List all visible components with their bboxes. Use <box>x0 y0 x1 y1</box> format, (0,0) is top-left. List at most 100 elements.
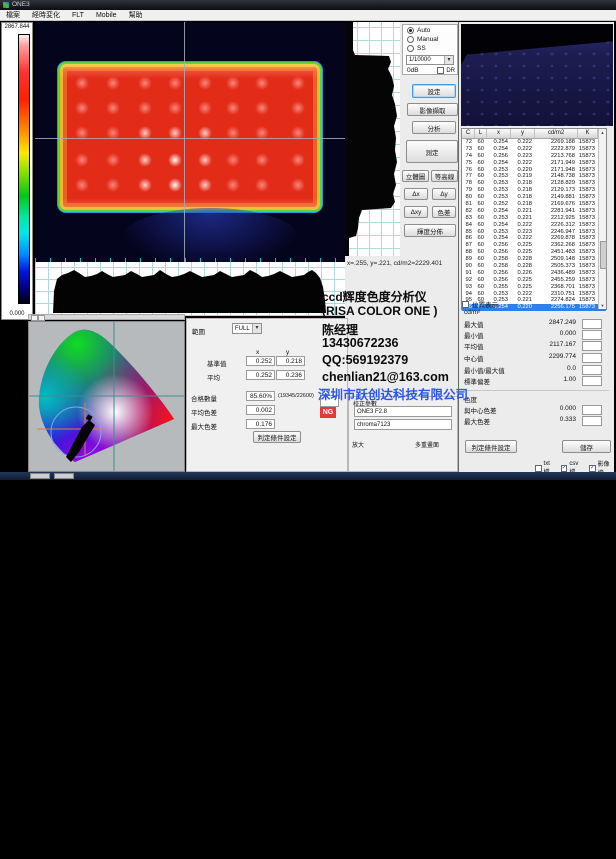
table-row[interactable]: 84600.2540.2222226.31215873 <box>462 222 606 229</box>
radio-ss-icon[interactable] <box>407 45 414 52</box>
table-row[interactable]: 73600.2540.2222222.87915873 <box>462 146 606 153</box>
table-cell: 0.256 <box>487 277 511 284</box>
calibration-field-2[interactable]: chroma7123 <box>354 419 452 430</box>
delta-x-button[interactable]: Δx <box>404 188 428 200</box>
stat-row: 平均值 2117.167 <box>464 341 610 351</box>
delta-y-button[interactable]: Δy <box>432 188 456 200</box>
table-row[interactable]: 94600.2530.2222310.75115873 <box>462 291 606 298</box>
table-cell: 72 <box>462 139 475 146</box>
table-cell: 87 <box>462 242 475 249</box>
scroll-up-icon[interactable]: ▲ <box>599 130 606 135</box>
txt-checkbox[interactable] <box>535 465 542 472</box>
menu-help[interactable]: 幫助 <box>123 10 149 21</box>
max-colordiff-value: 0.176 <box>246 419 275 429</box>
judge-condition-button-right[interactable]: 判定條件設定 <box>465 440 517 453</box>
scroll-down-icon[interactable]: ▼ <box>599 303 606 308</box>
table-row[interactable]: 91600.2560.2262436.48915873 <box>462 270 606 277</box>
position-display-row[interactable]: 位置表示 <box>462 299 498 309</box>
table-row[interactable]: 74600.2560.2232213.76815873 <box>462 153 606 160</box>
csv-checkbox[interactable] <box>561 465 568 472</box>
heatmap-dot <box>290 178 306 192</box>
scroll-thumb[interactable] <box>600 241 607 269</box>
table-row[interactable]: 83600.2530.2212212.92515873 <box>462 215 606 222</box>
table-cell: 60 <box>475 242 487 249</box>
radio-auto-icon[interactable] <box>407 27 414 34</box>
table-cell: 60 <box>475 153 487 160</box>
delta-xy-button[interactable]: Δxy <box>404 206 428 218</box>
table-row[interactable]: 77600.2530.2192148.73815873 <box>462 173 606 180</box>
menu-time-variation[interactable]: 経時変化 <box>26 10 66 21</box>
radio-manual-icon[interactable] <box>407 36 414 43</box>
save-button[interactable]: 儲存 <box>562 440 611 453</box>
position-display-checkbox[interactable] <box>462 301 469 308</box>
avg-colordiff-label: 平均色差 <box>191 407 217 417</box>
table-row[interactable]: 76600.2530.2202171.94815873 <box>462 167 606 174</box>
dr-checkbox[interactable] <box>437 67 444 74</box>
table-cell: 2269.878 <box>535 235 578 242</box>
bottom-button[interactable] <box>54 473 74 479</box>
bottom-button[interactable] <box>30 473 50 479</box>
table-row[interactable]: 89600.2580.2282509.14815873 <box>462 256 606 263</box>
table-row[interactable]: 82600.2540.2212281.94115873 <box>462 208 606 215</box>
table-row[interactable]: 86600.2540.2222269.87815873 <box>462 235 606 242</box>
table-cell: 15873 <box>578 173 598 180</box>
radio-auto[interactable]: Auto <box>407 27 430 34</box>
table-cell: 2222.879 <box>535 146 578 153</box>
luminance-heatmap[interactable] <box>35 22 345 262</box>
table-row[interactable]: 90600.2580.2282505.37315873 <box>462 263 606 270</box>
table-cell: 0.218 <box>511 180 535 187</box>
dr-checkbox-row[interactable]: DR <box>437 67 455 74</box>
table-row[interactable]: 80600.2530.2182149.88115873 <box>462 194 606 201</box>
table-cell: 0.220 <box>511 167 535 174</box>
shutter-speed-select[interactable]: 1/10000 <box>406 55 454 65</box>
calibration-field-1[interactable]: ONE3 F2.8 <box>354 406 452 417</box>
range-col-x: x <box>256 349 259 356</box>
measure-button[interactable]: 測定 <box>406 140 458 163</box>
table-cell: 2246.947 <box>535 229 578 236</box>
radio-ss[interactable]: SS <box>407 45 426 52</box>
menu-file[interactable]: 檔案 <box>0 10 26 21</box>
luminance-dist-button[interactable]: 輝度分佈 <box>404 224 456 237</box>
table-cell: 0.225 <box>511 249 535 256</box>
table-cell: 0.254 <box>487 146 511 153</box>
table-scrollbar[interactable]: ▲ ▼ <box>598 129 606 309</box>
judge-condition-button-left[interactable]: 判定條件設定 <box>253 431 301 443</box>
table-row[interactable]: 72600.2540.2222269.18815873 <box>462 139 606 146</box>
table-cell: 60 <box>475 249 487 256</box>
table-row[interactable]: 92600.2560.2252455.25915873 <box>462 277 606 284</box>
table-row[interactable]: 75600.2540.2222171.94915873 <box>462 160 606 167</box>
table-row[interactable]: 78600.2530.2182128.82915873 <box>462 180 606 187</box>
set-button[interactable]: 設定 <box>412 84 456 98</box>
menu-flt[interactable]: FLT <box>66 10 90 21</box>
solid-view-button[interactable]: 立體圖 <box>402 170 429 182</box>
range-select[interactable]: FULL <box>232 323 262 334</box>
range-label: 範圍 <box>192 326 205 336</box>
window-bottom-strip <box>0 472 616 480</box>
table-cell: 90 <box>462 263 475 270</box>
dr-label: DR <box>446 68 455 74</box>
heatmap-dot <box>254 76 270 90</box>
result-box <box>582 319 602 329</box>
menu-mobile[interactable]: Mobile <box>90 10 123 21</box>
table-row[interactable]: 85600.2530.2232246.94715873 <box>462 229 606 236</box>
table-cell: 0.253 <box>487 229 511 236</box>
cie-diagram <box>29 322 184 471</box>
table-row[interactable]: 81600.2520.2182169.67615873 <box>462 201 606 208</box>
table-cell: 0.222 <box>511 222 535 229</box>
radio-manual[interactable]: Manual <box>407 36 438 43</box>
table-row[interactable]: 87600.2560.2252362.26815873 <box>462 242 606 249</box>
table-row[interactable]: 93600.2550.2252368.70115873 <box>462 284 606 291</box>
table-cell: 82 <box>462 208 475 215</box>
color-diff-button[interactable]: 色差 <box>432 206 456 218</box>
image-checkbox[interactable] <box>589 465 596 472</box>
heatmap-dot <box>290 101 306 115</box>
contour-button[interactable]: 等高線 <box>431 170 458 182</box>
crosshair-vertical <box>184 22 185 262</box>
capture-image-button[interactable]: 影像擷取 <box>407 103 458 116</box>
analyze-button[interactable]: 分析 <box>412 121 456 134</box>
table-cell: 83 <box>462 215 475 222</box>
table-row[interactable]: 79600.2530.2182129.17315873 <box>462 187 606 194</box>
heatmap-dot <box>197 178 213 192</box>
table-row[interactable]: 88600.2560.2252451.48315873 <box>462 249 606 256</box>
col-c: C <box>462 129 475 138</box>
